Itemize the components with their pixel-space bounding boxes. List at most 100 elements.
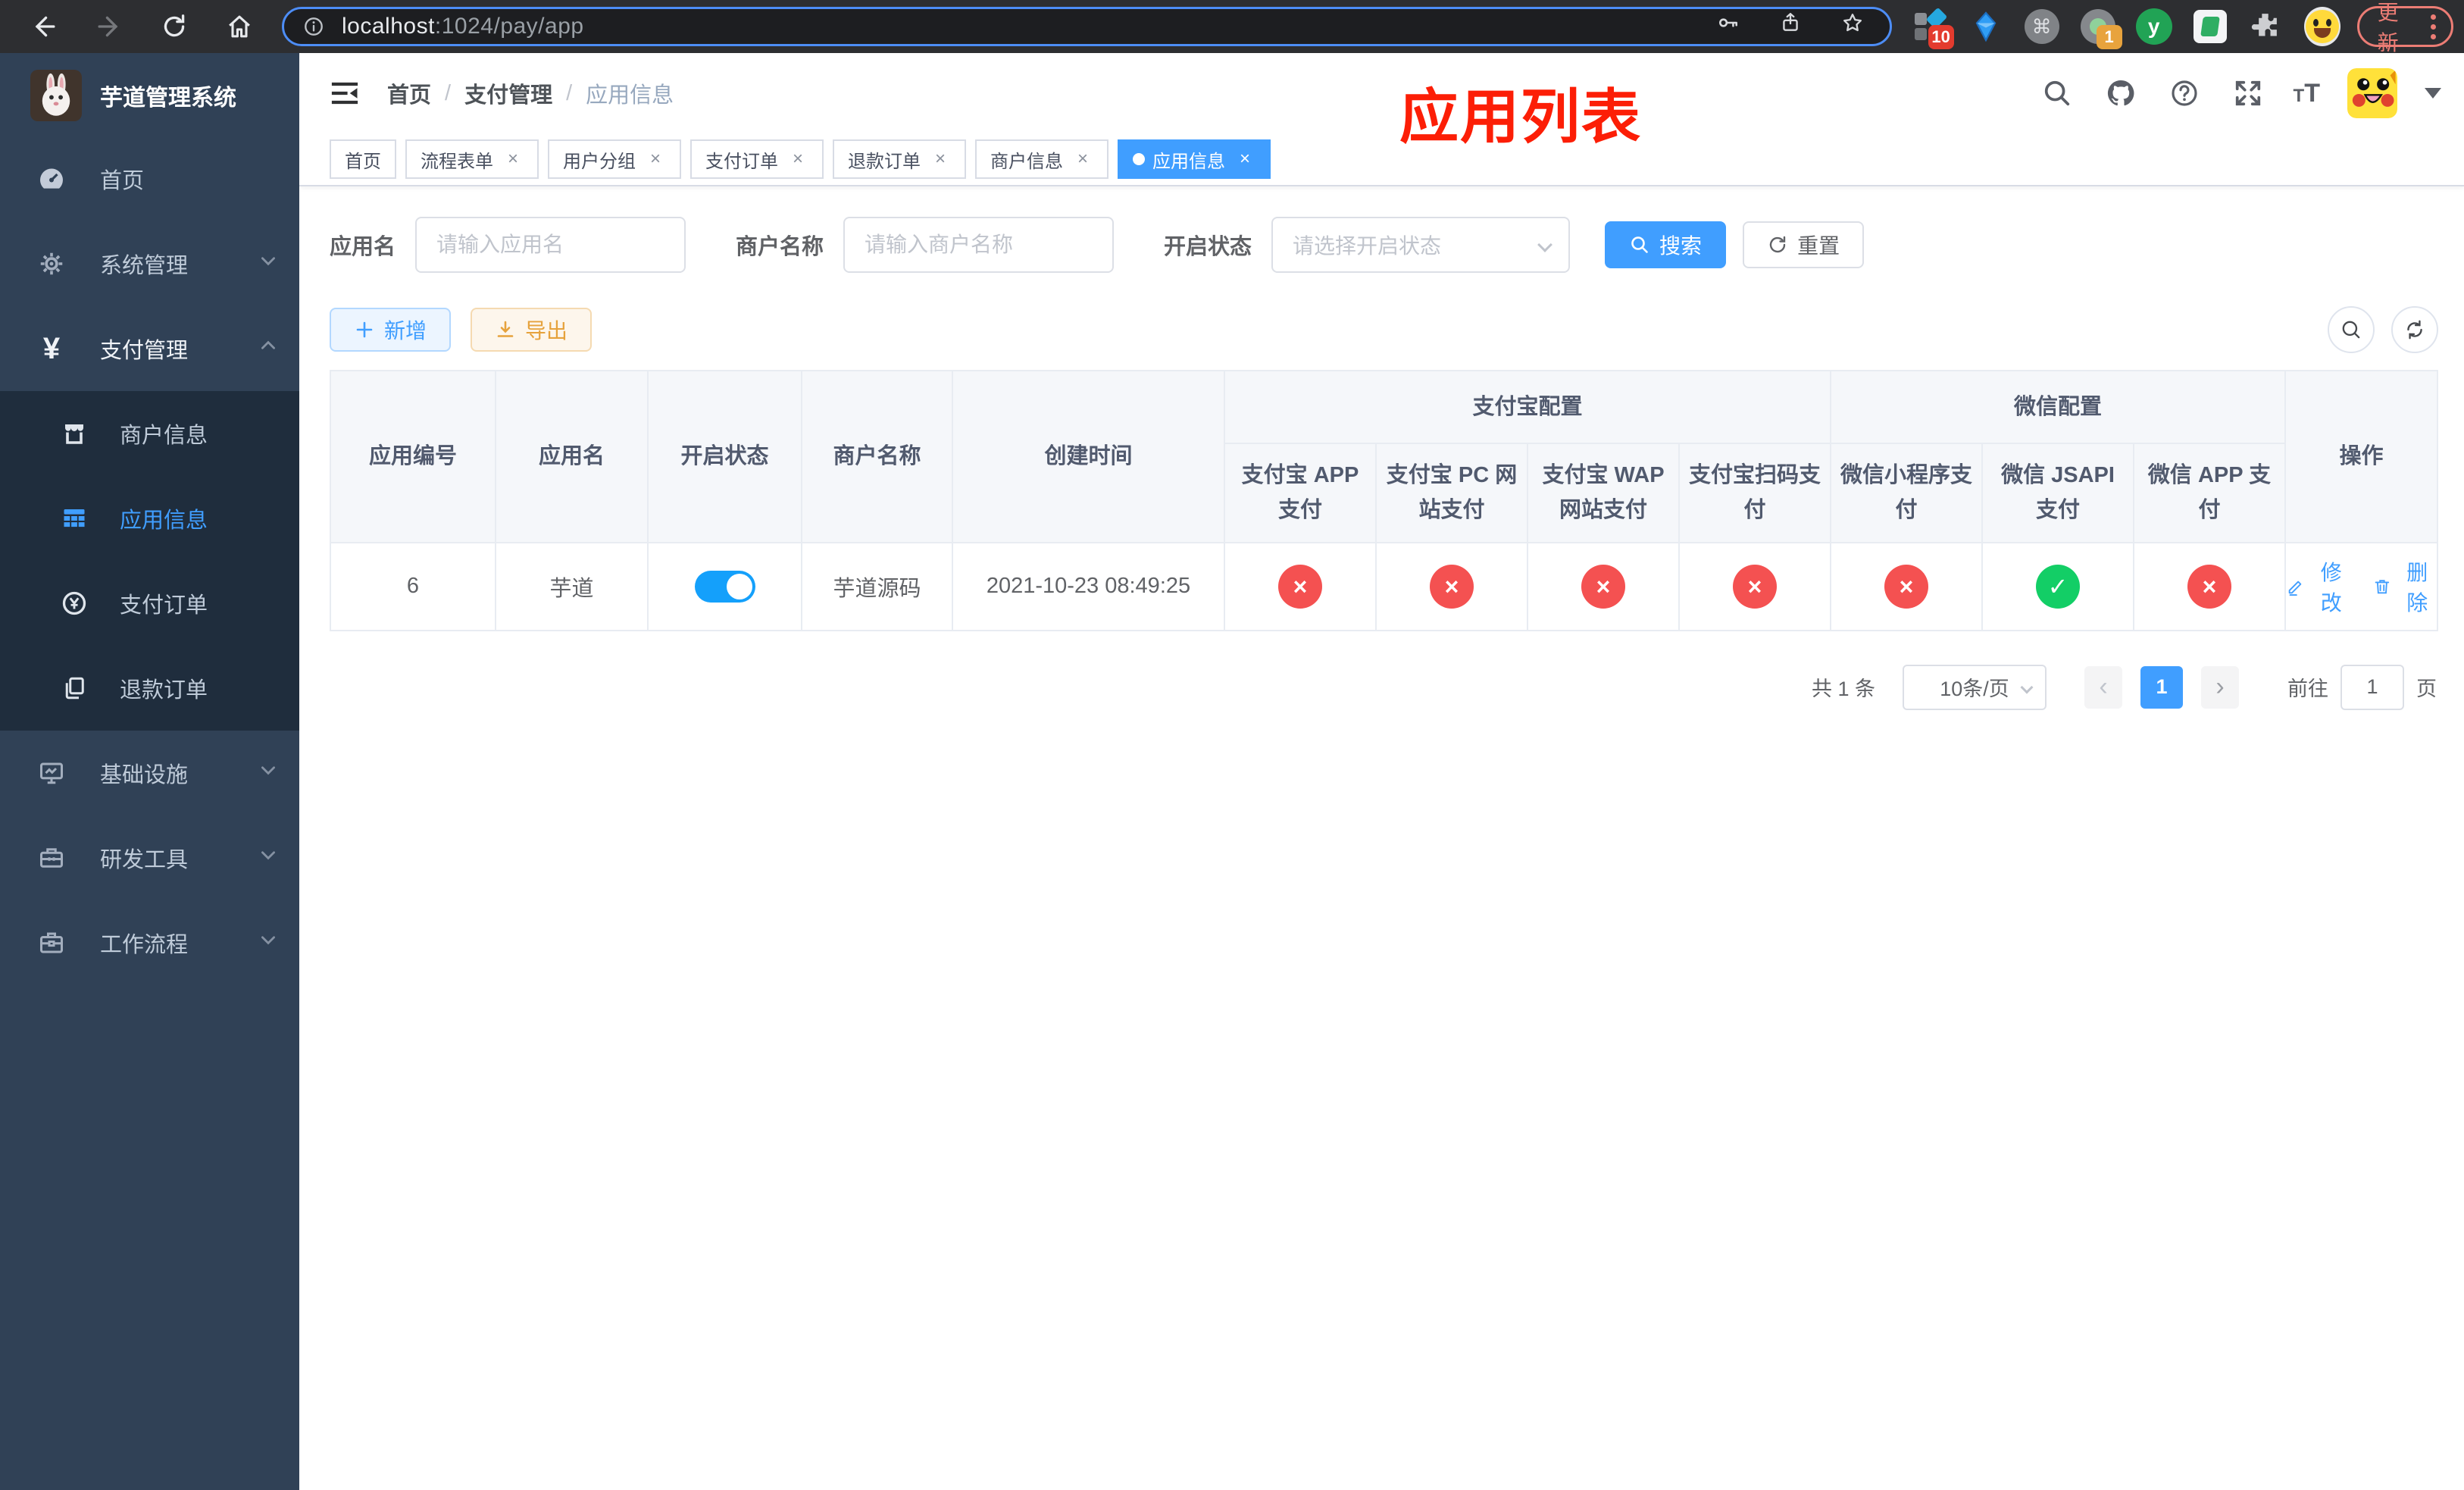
search-button[interactable]: 搜索 [1605, 221, 1727, 268]
sidebar-item-dev-tools[interactable]: 研发工具 [0, 815, 299, 900]
tab-refund-order[interactable]: 退款订单 × [833, 139, 966, 179]
browser-reload-icon[interactable] [153, 5, 195, 48]
pagination: 共 1 条 10条/页 ‹ 1 › 前往 页 [330, 664, 2437, 710]
col-header-wechat-app: 微信 APP 支付 [2133, 443, 2287, 543]
share-icon[interactable] [1779, 11, 1809, 42]
toggle-search-button[interactable] [2328, 306, 2375, 353]
breadcrumb-payment[interactable]: 支付管理 [464, 77, 552, 109]
sidebar-collapse-icon[interactable] [327, 75, 363, 111]
edit-link[interactable]: 修改 [2286, 556, 2351, 617]
app-name-input[interactable] [415, 217, 686, 273]
cell-app-id: 6 [330, 541, 496, 631]
col-header-app-name: 应用名 [495, 370, 649, 543]
app-title: 芋道管理系统 [100, 86, 236, 111]
breadcrumb-home[interactable]: 首页 [387, 77, 431, 109]
bookmark-star-icon[interactable] [1841, 11, 1871, 42]
close-icon[interactable]: × [502, 149, 524, 170]
toolbox-icon [36, 843, 67, 873]
yen-circle-icon [59, 588, 89, 618]
app-name-label: 应用名 [330, 235, 396, 259]
screen: localhost:1024/pay/app 10 ⌘ 1 y 更新 芋道管理系… [0, 0, 2464, 1490]
avatar-caret-icon[interactable] [2425, 88, 2441, 99]
sidebar-item-pay-order[interactable]: 支付订单 [0, 561, 299, 646]
col-header-status: 开启状态 [647, 370, 802, 543]
url-text[interactable]: localhost:1024/pay/app [342, 14, 584, 39]
sidebar-item-label: 首页 [100, 169, 145, 193]
add-button[interactable]: 新增 [330, 308, 452, 352]
payment-submenu: 商户信息 应用信息 支付订单 退款订单 [0, 391, 299, 731]
export-button[interactable]: 导出 [471, 308, 593, 352]
browser-forward-icon[interactable] [88, 5, 130, 48]
github-icon[interactable] [2103, 75, 2139, 111]
extensions-puzzle-icon[interactable] [2248, 8, 2284, 45]
page-number-1[interactable]: 1 [2140, 665, 2183, 709]
sidebar-item-system[interactable]: 系统管理 [0, 221, 299, 306]
enabled-switch[interactable] [694, 570, 755, 603]
next-page-button[interactable]: › [2201, 665, 2239, 709]
close-icon[interactable]: × [1234, 149, 1255, 170]
col-header-wechat-jsapi: 微信 JSAPI 支付 [1981, 443, 2135, 543]
extension-badge: 10 [1928, 25, 1954, 49]
sidebar-item-app-info[interactable]: 应用信息 [0, 476, 299, 561]
user-avatar[interactable] [2347, 68, 2397, 118]
browser-back-icon[interactable] [23, 5, 65, 48]
extension-avatar-icon[interactable]: 1 [2080, 8, 2122, 49]
chevron-up-icon [258, 336, 278, 362]
gear-icon [36, 249, 67, 279]
reset-button[interactable]: 重置 [1743, 221, 1865, 268]
help-icon[interactable] [2166, 75, 2203, 111]
tab-home[interactable]: 首页 [330, 139, 396, 179]
app-table: 应用编号 应用名 开启状态 商户名称 创建时间 支付宝配置 微信配置 操作 支付… [330, 370, 2439, 631]
cell-created: 2021-10-23 08:49:25 [952, 541, 1225, 631]
sidebar-item-merchant-info[interactable]: 商户信息 [0, 391, 299, 476]
extension-cmd-icon[interactable]: ⌘ [2024, 8, 2060, 45]
merchant-name-input[interactable] [843, 217, 1115, 273]
navbar: 首页 / 支付管理 / 应用信息 应用列表 TT [299, 53, 2464, 150]
sidebar-item-refund-order[interactable]: 退款订单 [0, 646, 299, 731]
close-icon[interactable]: × [930, 149, 951, 170]
tab-app-info[interactable]: 应用信息 × [1118, 139, 1271, 179]
goto-page-input[interactable] [2340, 664, 2404, 710]
tab-user-group[interactable]: 用户分组 × [548, 139, 681, 179]
close-icon[interactable]: × [787, 149, 808, 170]
documents-icon [59, 673, 89, 703]
extension-gem-icon[interactable] [1968, 8, 2004, 45]
profile-avatar-icon[interactable] [2303, 7, 2340, 46]
close-icon[interactable]: × [645, 149, 666, 170]
browser-update-button[interactable]: 更新 [2356, 1, 2453, 55]
sidebar-item-label: 工作流程 [100, 933, 189, 957]
tab-merchant-info[interactable]: 商户信息 × [975, 139, 1108, 179]
sidebar-item-workflow[interactable]: 工作流程 [0, 900, 299, 985]
tab-pay-order[interactable]: 支付订单 × [690, 139, 824, 179]
refresh-table-button[interactable] [2391, 306, 2438, 353]
site-info-icon[interactable] [302, 15, 325, 38]
col-header-alipay-wap: 支付宝 WAP 网站支付 [1527, 443, 1680, 543]
extension-doc-icon[interactable] [2192, 8, 2228, 45]
sidebar-item-payment[interactable]: ¥ 支付管理 [0, 306, 299, 391]
sidebar-item-label: 系统管理 [100, 254, 189, 278]
browser-menu-icon[interactable] [2431, 14, 2436, 39]
sidebar-logo[interactable]: 芋道管理系统 [0, 53, 299, 136]
chevron-down-icon [1537, 237, 1553, 252]
extension-y-icon[interactable]: y [2135, 8, 2172, 45]
address-bar[interactable]: localhost:1024/pay/app [282, 7, 1892, 46]
prev-page-button[interactable]: ‹ [2084, 665, 2122, 709]
close-icon[interactable]: × [1072, 149, 1093, 170]
sidebar-item-home[interactable]: 首页 [0, 136, 299, 221]
sidebar-item-label: 支付订单 [120, 593, 208, 618]
password-key-icon[interactable] [1717, 11, 1747, 42]
font-size-icon[interactable]: TT [2294, 79, 2320, 108]
tab-process-form[interactable]: 流程表单 × [405, 139, 539, 179]
tags-view: 首页 流程表单 × 用户分组 × 支付订单 × 退款订单 × 商户信息 × 应用信息 × [299, 133, 2464, 186]
extension-grid-icon[interactable]: 10 [1912, 7, 1954, 49]
browser-home-icon[interactable] [218, 5, 261, 48]
page-size-select[interactable]: 10条/页 [1903, 664, 2047, 710]
status-select[interactable]: 请选择开启状态 [1271, 217, 1571, 273]
group-header-wechat: 微信配置 [1830, 370, 2287, 444]
fullscreen-icon[interactable] [2230, 75, 2266, 111]
briefcase-icon [36, 928, 67, 958]
delete-link[interactable]: 删除 [2372, 556, 2437, 617]
sidebar-item-infrastructure[interactable]: 基础设施 [0, 731, 299, 815]
col-header-actions: 操作 [2284, 370, 2439, 543]
header-search-icon[interactable] [2039, 75, 2075, 111]
